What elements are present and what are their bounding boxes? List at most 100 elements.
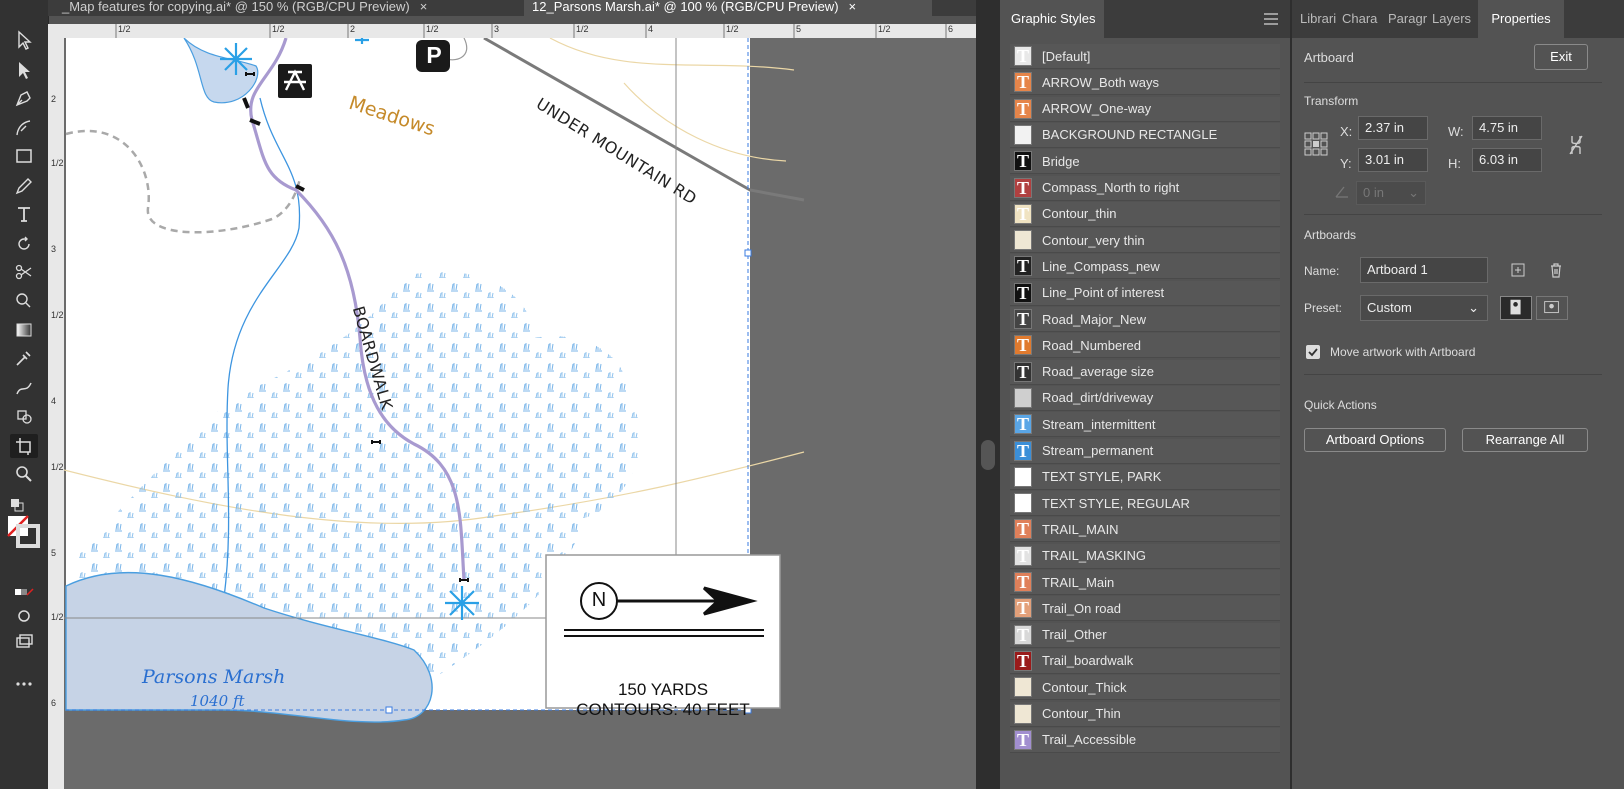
graphic-style-item[interactable]: T TRAIL_MAIN [1010,517,1280,543]
graphic-style-item[interactable]: T Trail_Other [1010,622,1280,648]
type-tool-icon[interactable] [10,202,38,226]
graphic-style-item[interactable]: Contour_Thin [1010,701,1280,727]
graphic-style-name: ARROW_Both ways [1042,74,1160,90]
landscape-orientation-icon[interactable] [1536,296,1568,320]
graphic-style-item[interactable]: TEXT STYLE, PARK [1010,464,1280,490]
vertical-ruler[interactable]: 2 1/2 3 1/2 4 1/2 5 1/2 6 [48,38,65,789]
scale-text: 150 YARDS [617,680,709,699]
artboard-tool-icon[interactable] [10,434,38,458]
graphic-style-item[interactable]: T Trail_Accessible [1010,727,1280,753]
tab-graphic-styles[interactable]: Graphic Styles [1000,0,1104,38]
delete-artboard-icon[interactable] [1548,262,1564,278]
graphic-style-item[interactable]: T Bridge [1010,149,1280,175]
y-field[interactable]: 3.01 in [1358,148,1428,172]
panel-menu-icon[interactable] [1264,12,1278,25]
graphic-style-name: Contour_very thin [1042,232,1145,248]
tab-layers[interactable]: Layers [1432,0,1476,38]
tab-parsons-marsh[interactable]: 12_Parsons Marsh.ai* @ 100 % (RGB/CPU Pr… [524,0,932,16]
horizontal-ruler[interactable]: 1/2 1/2 2 1/2 3 1/2 4 1/2 5 1/2 6 [48,24,976,39]
artboard-name-field[interactable]: Artboard 1 [1360,257,1488,283]
w-field[interactable]: 4.75 in [1472,116,1542,140]
gradient-tool-icon[interactable] [10,318,38,342]
w-label: W: [1448,124,1464,139]
h-field[interactable]: 6.03 in [1472,148,1542,172]
graphic-style-item[interactable]: TEXT STYLE, REGULAR [1010,491,1280,517]
new-artboard-icon[interactable] [1510,262,1526,278]
canvas-area[interactable]: Meadows UNDER MOUNTAIN RD BOARDWALK Pars… [64,38,976,789]
graphic-style-name: Trail_Other [1042,627,1107,643]
draw-mode-icon[interactable] [10,604,38,628]
graphic-style-item[interactable]: T Trail_On road [1010,596,1280,622]
zoom-tool-icon[interactable] [10,462,38,486]
direct-selection-tool-icon[interactable] [10,58,38,82]
graphic-style-name: TEXT STYLE, REGULAR [1042,495,1190,511]
eyedropper-tool-icon[interactable] [10,346,38,370]
graphic-style-item[interactable]: Contour_Thick [1010,675,1280,701]
reference-point-icon[interactable] [1304,132,1328,156]
graphic-style-item[interactable]: T TRAIL_Main [1010,570,1280,595]
graphic-style-item[interactable]: T Contour_thin [1010,201,1280,227]
graphic-style-item[interactable]: T Road_average size [1010,359,1280,385]
ruler-label: 1/2 [51,158,64,168]
move-artwork-checkbox[interactable] [1306,345,1320,359]
tab-paragraph[interactable]: Paragr [1388,0,1430,38]
graphic-style-item[interactable]: T Compass_North to right [1010,175,1280,201]
graphic-style-item[interactable]: T Trail_boardwalk [1010,648,1280,674]
style-swatch-icon: T [1014,440,1032,461]
close-icon[interactable]: × [849,0,857,14]
color-mode-icon[interactable] [10,580,38,604]
tab-map-features[interactable]: _Map features for copying.ai* @ 150 % (R… [54,0,526,16]
selection-tool-icon[interactable] [10,28,38,52]
graphic-style-item[interactable]: T Stream_intermittent [1010,412,1280,438]
tab-character[interactable]: Chara [1342,0,1386,38]
graphic-style-name: Compass_North to right [1042,180,1180,195]
tab-properties[interactable]: Properties [1478,0,1564,38]
portrait-orientation-icon[interactable] [1500,296,1532,320]
pen-tool-icon[interactable] [10,86,38,110]
graphic-style-item[interactable]: T Line_Compass_new [1010,254,1280,280]
graphic-style-item[interactable]: T Stream_permanent [1010,438,1280,464]
style-swatch-icon: T [1014,46,1032,66]
graphic-style-item[interactable]: T TRAIL_MASKING [1010,543,1280,569]
tab-libraries[interactable]: Librari [1300,0,1340,38]
graphic-style-item[interactable]: Contour_very thin [1010,228,1280,254]
close-icon[interactable]: × [420,0,428,14]
constrain-proportions-icon[interactable] [1568,134,1584,156]
curvature-tool-icon[interactable] [10,116,38,140]
style-swatch-icon: T [1014,203,1032,224]
pencil-tool-icon[interactable] [10,174,38,198]
graphic-style-item[interactable]: T ARROW_Both ways [1010,70,1280,96]
graphic-style-item[interactable]: T [Default] [1010,44,1280,69]
graphic-style-item[interactable]: Road_dirt/driveway [1010,385,1280,411]
symbol-sprayer-tool-icon[interactable] [10,404,38,428]
screen-mode-icon[interactable] [10,630,38,654]
rectangle-tool-icon[interactable] [10,144,38,168]
graphic-style-item[interactable]: BACKGROUND RECTANGLE [1010,122,1280,148]
graphic-style-item[interactable]: T Line_Point of interest [1010,280,1280,306]
rearrange-all-button[interactable]: Rearrange All [1462,428,1588,452]
panel-splitter[interactable] [976,0,1000,789]
shape-builder-tool-icon[interactable] [10,288,38,312]
graphic-style-name: BACKGROUND RECTANGLE [1042,127,1218,143]
tab-label: 12_Parsons Marsh.ai* @ 100 % (RGB/CPU Pr… [532,0,839,14]
style-swatch-icon [1014,677,1032,698]
document-tabbar: _Map features for copying.ai* @ 150 % (R… [48,0,976,16]
rotate-tool-icon[interactable] [10,232,38,256]
preset-select[interactable]: Custom ⌄ [1360,295,1488,321]
more-tools-icon[interactable] [10,672,38,696]
graphic-style-name: Line_Point of interest [1042,285,1165,301]
artboard-options-button[interactable]: Artboard Options [1304,428,1446,452]
move-artwork-label: Move artwork with Artboard [1330,345,1476,359]
graphic-style-item[interactable]: T Road_Numbered [1010,333,1280,359]
style-swatch-icon: T [1014,309,1032,329]
graphic-style-item[interactable]: T ARROW_One-way [1010,96,1280,122]
compass-letter: N [591,589,607,611]
graphic-style-item[interactable]: T Road_Major_New [1010,307,1280,332]
style-swatch-icon [1014,466,1032,487]
scrollbar-thumb[interactable] [981,440,995,470]
scissors-tool-icon[interactable] [10,260,38,284]
fill-stroke-swatch-icon[interactable] [4,512,44,552]
x-field[interactable]: 2.37 in [1358,116,1428,140]
puppet-warp-tool-icon[interactable] [10,376,38,400]
exit-button[interactable]: Exit [1534,44,1588,70]
